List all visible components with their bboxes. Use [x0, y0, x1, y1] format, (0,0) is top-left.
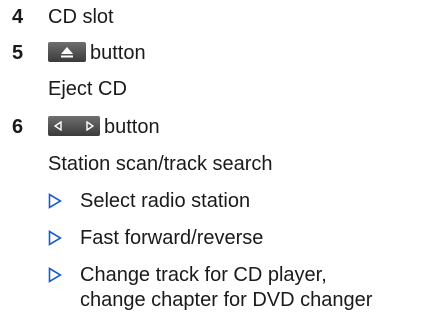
item-number: 6	[12, 116, 24, 138]
triangle-bullet-icon	[48, 186, 70, 216]
description-text: Eject CD	[48, 78, 127, 100]
item-label: button	[90, 42, 146, 64]
item-label-group: button	[48, 38, 146, 68]
item-label: button	[104, 116, 160, 138]
seek-left-right-icon	[48, 115, 100, 136]
bullet-text: Fast forward/reverse	[80, 227, 264, 249]
item-label-group: button	[48, 112, 160, 142]
bullet-text: change chapter for DVD changer	[80, 289, 373, 311]
item-number: 4	[12, 6, 24, 28]
eject-icon	[48, 41, 86, 62]
description-text: Station scan/track search	[48, 153, 273, 175]
seek-left-icon	[54, 120, 62, 131]
item-label: CD slot	[48, 6, 114, 28]
triangle-bullet-icon	[48, 260, 70, 290]
triangle-bullet-icon	[48, 223, 70, 253]
bullet-text: Select radio station	[80, 190, 251, 212]
seek-right-icon	[86, 120, 94, 131]
item-number: 5	[12, 42, 24, 64]
